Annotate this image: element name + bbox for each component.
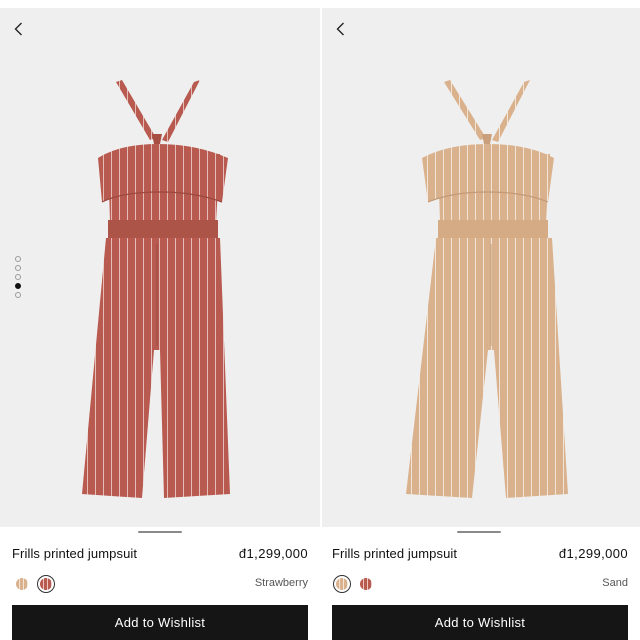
back-button[interactable]	[331, 17, 349, 41]
chevron-left-icon	[14, 22, 23, 36]
color-swatches	[13, 575, 55, 593]
add-to-wishlist-button[interactable]: Add to Wishlist	[332, 605, 628, 640]
jumpsuit-image	[82, 80, 230, 498]
color-name: Strawberry	[254, 577, 308, 589]
color-swatches	[333, 575, 375, 593]
chevron-left-icon	[336, 22, 345, 36]
sheet-handle[interactable]	[457, 531, 501, 533]
swatch-strawberry[interactable]	[357, 575, 375, 593]
color-name: Sand	[602, 577, 628, 589]
pager-dot[interactable]	[15, 265, 21, 271]
product-name: Frills printed jumpsuit	[12, 546, 138, 561]
pager-dot[interactable]	[15, 274, 21, 280]
product-image[interactable]	[322, 8, 640, 527]
product-price: đ1,299,000	[238, 546, 308, 561]
pager-dot-active[interactable]	[15, 283, 21, 289]
gallery-pager[interactable]	[15, 256, 21, 298]
jumpsuit-image	[406, 80, 568, 498]
product-price: đ1,299,000	[558, 546, 628, 561]
swatch-sand[interactable]	[333, 575, 351, 593]
back-button[interactable]	[9, 17, 27, 41]
swatch-strawberry[interactable]	[37, 575, 55, 593]
product-image[interactable]	[0, 8, 320, 527]
sheet-handle[interactable]	[138, 531, 182, 533]
swatch-sand[interactable]	[13, 575, 31, 593]
product-name: Frills printed jumpsuit	[332, 546, 458, 561]
product-card-strawberry: Frills printed jumpsuit đ1,299,000 Straw…	[0, 0, 320, 640]
pager-dot[interactable]	[15, 256, 21, 262]
product-card-sand: Frills printed jumpsuit đ1,299,000 Sand …	[320, 0, 640, 640]
add-to-wishlist-button[interactable]: Add to Wishlist	[12, 605, 308, 640]
pager-dot[interactable]	[15, 292, 21, 298]
